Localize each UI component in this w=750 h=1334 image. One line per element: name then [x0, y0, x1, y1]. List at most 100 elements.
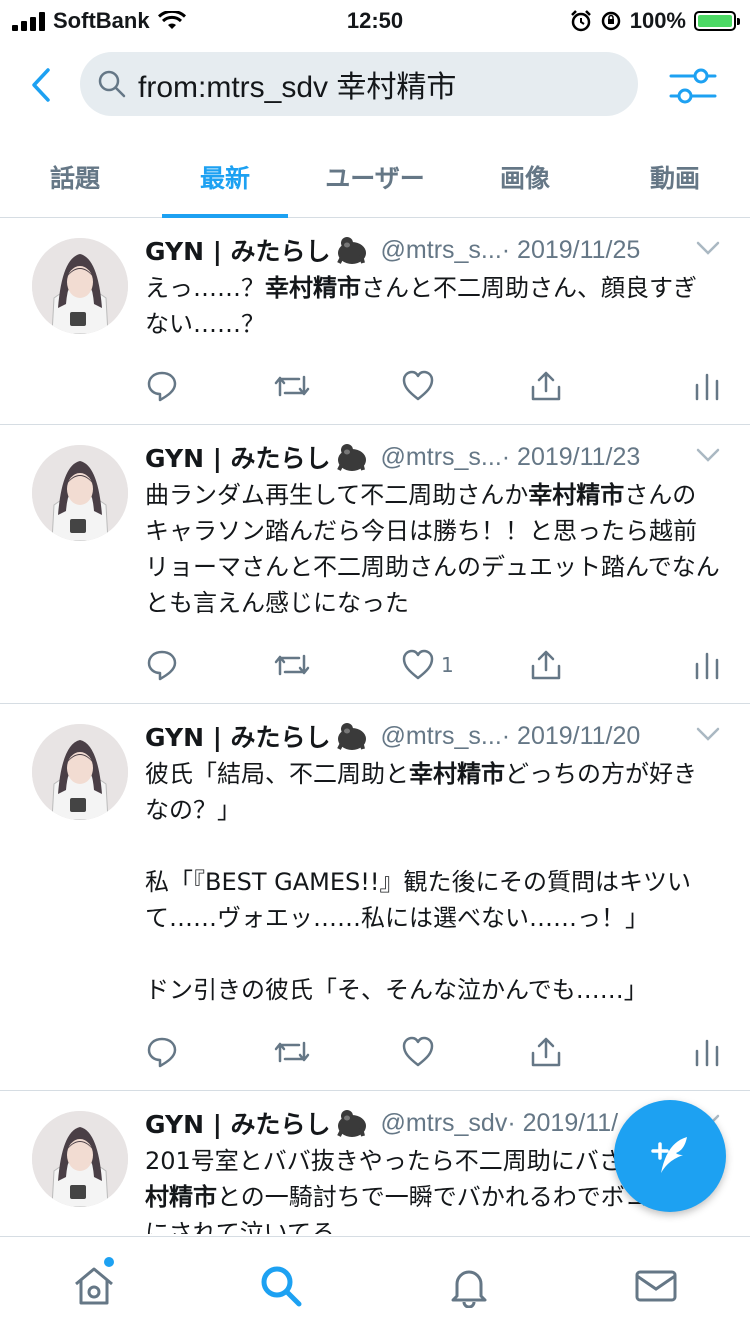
rotation-lock-icon — [601, 11, 620, 31]
reply-button[interactable] — [145, 369, 273, 403]
chevron-down-icon[interactable] — [696, 726, 720, 742]
like-button[interactable]: 1 — [401, 648, 529, 682]
nav-home[interactable] — [0, 1237, 188, 1334]
tweet-actions — [145, 366, 720, 406]
like-count: 1 — [441, 653, 454, 677]
tweet-header: GYN | みたらし @mtrs_s... · 2019/11/20 — [145, 718, 720, 754]
compose-icon — [651, 1137, 687, 1173]
user-handle: @mtrs_sdv — [380, 1108, 508, 1137]
bottom-nav — [0, 1236, 750, 1334]
mail-icon — [635, 1270, 677, 1301]
retweet-button[interactable] — [273, 648, 401, 682]
tweet-text-segment: 彼氏「結局、不二周助と — [145, 760, 409, 788]
retweet-button[interactable] — [273, 1035, 401, 1069]
avatar[interactable] — [32, 445, 128, 541]
stats-icon — [695, 652, 719, 680]
search-query: from:mtrs_sdv 幸村精市 — [138, 71, 457, 104]
analytics-button[interactable] — [694, 369, 720, 403]
heart-icon — [402, 370, 434, 401]
search-tabs: 話題 最新 ユーザー 画像 動画 — [0, 136, 750, 218]
search-icon — [261, 1266, 302, 1306]
tweet-header: GYN | みたらし @mtrs_s... · 2019/11/25 — [145, 232, 720, 268]
retweet-icon — [274, 1041, 310, 1063]
nav-messages[interactable] — [563, 1237, 750, 1334]
search-input[interactable]: from:mtrs_sdv 幸村精市 — [80, 52, 638, 116]
display-name[interactable]: GYN | みたらし — [145, 1105, 331, 1141]
nav-notifications[interactable] — [375, 1237, 563, 1334]
avatar[interactable] — [32, 238, 128, 334]
tweet-text-segment: 曲ランダム再生して不二周助さんか — [145, 481, 529, 509]
tweet-date: · 2019/11/ — [507, 1108, 619, 1137]
new-content-dot — [104, 1257, 114, 1267]
user-handle: @mtrs_s... — [380, 721, 502, 750]
gorilla-emoji — [336, 1110, 366, 1137]
home-icon — [74, 1267, 113, 1304]
battery-icon — [694, 11, 740, 31]
retweet-icon — [274, 654, 310, 676]
tweet-date: · 2019/11/20 — [501, 721, 641, 750]
tweet-feed: GYN | みたらし @mtrs_s... · 2019/11/25 えっ……？… — [0, 218, 750, 1234]
highlighted-keyword: 幸村精市 — [265, 274, 361, 302]
tweet-text-segment: えっ……？ — [145, 274, 265, 302]
battery-percent: 100% — [629, 8, 686, 33]
gorilla-emoji — [336, 444, 366, 471]
tweet-date: · 2019/11/23 — [501, 442, 641, 471]
share-button[interactable] — [529, 369, 657, 403]
chevron-down-icon[interactable] — [696, 447, 720, 463]
status-right: 100% — [570, 8, 740, 34]
avatar[interactable] — [32, 724, 128, 820]
share-button[interactable] — [529, 1035, 657, 1069]
stats-icon — [695, 1039, 719, 1067]
tweet[interactable]: GYN | みたらし @mtrs_s... · 2019/11/23 曲ランダム… — [0, 425, 750, 704]
reply-icon — [147, 650, 177, 681]
tweet-text-segment: との一騎討ちで一瞬でバかれるわでボコボコにされて泣いてる — [145, 1183, 697, 1234]
tweet[interactable]: GYN | みたらし @mtrs_s... · 2019/11/25 えっ……？… — [0, 218, 750, 425]
analytics-button[interactable] — [694, 1035, 720, 1069]
highlighted-keyword: 幸村精市 — [528, 481, 625, 509]
reply-button[interactable] — [145, 648, 273, 682]
nav-search[interactable] — [188, 1237, 376, 1334]
tab-photos[interactable]: 画像 — [450, 136, 600, 217]
tab-latest[interactable]: 最新 — [150, 136, 300, 218]
tab-videos[interactable]: 動画 — [600, 136, 750, 217]
reply-button[interactable] — [145, 1035, 273, 1069]
display-name[interactable]: GYN | みたらし — [145, 718, 331, 754]
share-icon — [531, 371, 561, 401]
heart-icon — [402, 1036, 434, 1067]
bell-icon — [451, 1270, 487, 1308]
filter-button[interactable] — [668, 64, 718, 108]
tweet-actions: 1 — [145, 645, 720, 685]
status-bar: SoftBank 12:50 100% — [0, 0, 750, 40]
avatar[interactable] — [32, 1111, 128, 1207]
user-handle: @mtrs_s... — [380, 442, 502, 471]
like-button[interactable] — [401, 1035, 529, 1069]
tab-topics[interactable]: 話題 — [0, 136, 150, 217]
tweet-text: 曲ランダム再生して不二周助さんか幸村精市さんのキャラソン踏んだら今日は勝ち！！と… — [145, 477, 720, 621]
reply-icon — [147, 1037, 177, 1068]
share-button[interactable] — [529, 648, 657, 682]
gorilla-emoji — [336, 723, 366, 750]
display-name[interactable]: GYN | みたらし — [145, 232, 331, 268]
stats-icon — [695, 373, 719, 401]
compose-button[interactable] — [614, 1100, 726, 1212]
display-name[interactable]: GYN | みたらし — [145, 439, 331, 475]
tweet-text-segment: 201号室とババ抜きやったら不二周助にバ — [145, 1147, 599, 1175]
tweet-header: GYN | みたらし @mtrs_s... · 2019/11/23 — [145, 439, 720, 475]
tweet-text: 彼氏「結局、不二周助と幸村精市どっちの方が好きなの？」 私「『BEST GAME… — [145, 756, 720, 1008]
tweet[interactable]: GYN | みたらし @mtrs_s... · 2019/11/20 彼氏「結局… — [0, 704, 750, 1091]
tab-users[interactable]: ユーザー — [300, 136, 450, 217]
search-header: from:mtrs_sdv 幸村精市 — [0, 50, 750, 120]
back-button[interactable] — [22, 62, 62, 108]
alarm-icon — [570, 10, 591, 32]
chevron-down-icon[interactable] — [696, 240, 720, 256]
tweet-date: · 2019/11/25 — [501, 235, 641, 264]
tweet-text: えっ……？幸村精市さんと不二周助さん、顔良すぎない……？ — [145, 270, 720, 342]
retweet-button[interactable] — [273, 369, 401, 403]
share-icon — [531, 1037, 561, 1067]
like-button[interactable] — [401, 369, 529, 403]
search-icon — [98, 70, 126, 98]
retweet-icon — [274, 375, 310, 397]
tweet-text-segment: どっちの方が好きなの？」 私「『BEST GAMES!!』観た後にその質問はキツ… — [145, 760, 697, 1004]
analytics-button[interactable] — [694, 648, 720, 682]
reply-icon — [147, 371, 177, 402]
